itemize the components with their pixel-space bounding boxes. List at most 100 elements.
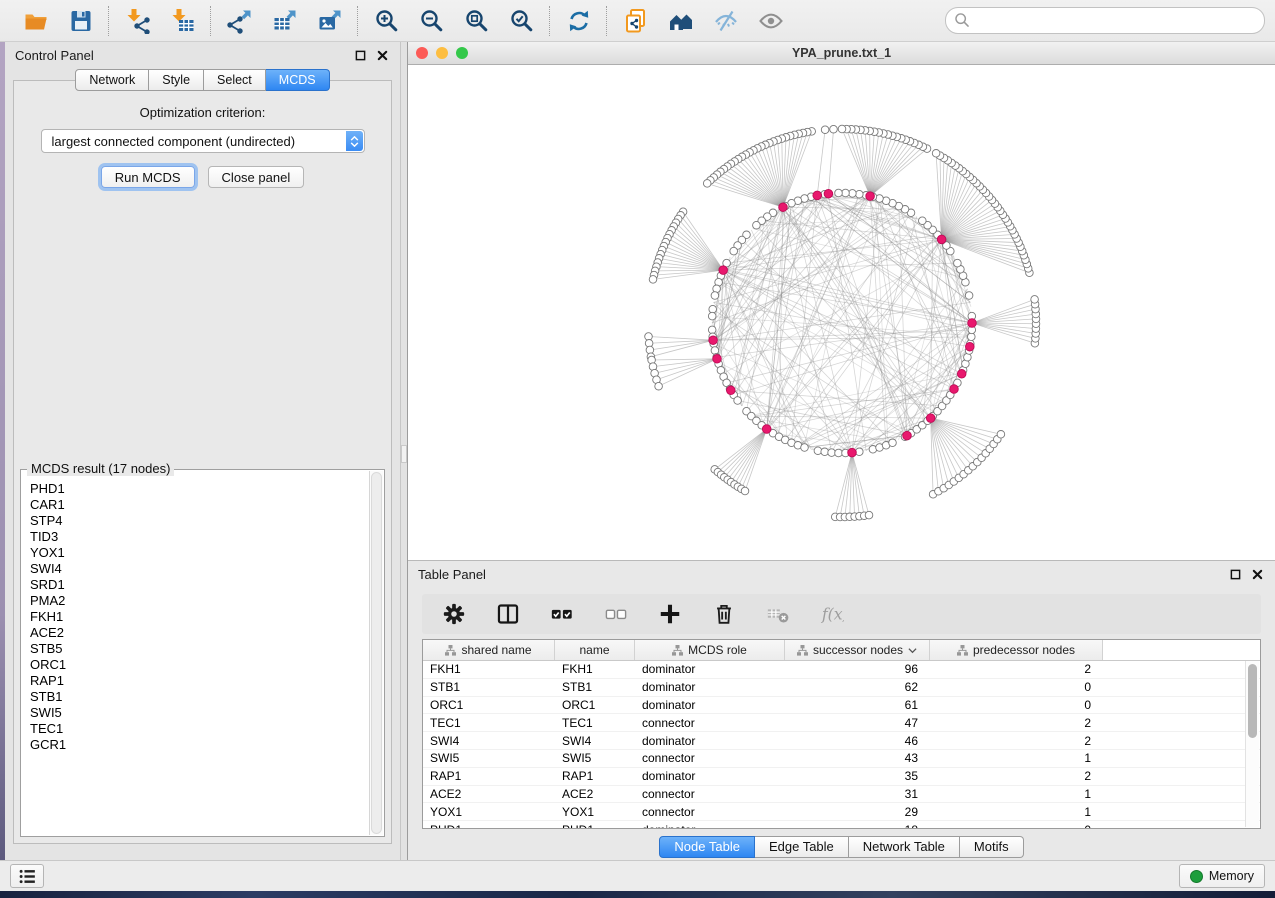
hide-selected-icon[interactable] — [712, 7, 739, 34]
tab-style[interactable]: Style — [149, 69, 204, 91]
tab-network-table[interactable]: Network Table — [849, 836, 960, 858]
export-image-icon[interactable] — [316, 7, 343, 34]
mcds-result-item[interactable]: ACE2 — [30, 625, 370, 641]
column-header-predecessor-nodes[interactable]: predecessor nodes — [930, 640, 1103, 660]
table-row[interactable]: YOX1YOX1connector291 — [423, 803, 1260, 821]
mcds-result-item[interactable]: STB5 — [30, 641, 370, 657]
cell-successor-nodes: 47 — [785, 716, 930, 730]
cell-successor-nodes: 46 — [785, 734, 930, 748]
mcds-result-item[interactable]: PMA2 — [30, 593, 370, 609]
cell-predecessor-nodes: 2 — [930, 662, 1103, 676]
mcds-result-item[interactable]: PHD1 — [30, 481, 370, 497]
splitter-grip[interactable] — [401, 445, 407, 463]
cell-successor-nodes: 29 — [785, 805, 930, 819]
table-scrollbar[interactable] — [1245, 661, 1259, 827]
mcds-list-scrollbar[interactable] — [369, 471, 383, 835]
task-history-button[interactable] — [10, 864, 44, 888]
mcds-result-item[interactable]: STP4 — [30, 513, 370, 529]
close-panel-button[interactable]: Close panel — [208, 166, 305, 188]
tab-motifs[interactable]: Motifs — [960, 836, 1024, 858]
table-row[interactable]: ORC1ORC1dominator610 — [423, 697, 1260, 715]
tab-network[interactable]: Network — [75, 69, 149, 91]
open-file-icon[interactable] — [22, 7, 49, 34]
table-settings-gear-icon[interactable] — [440, 601, 467, 628]
cell-shared-name: FKH1 — [423, 662, 555, 676]
panel-splitter[interactable] — [400, 42, 408, 860]
column-header-name[interactable]: name — [555, 640, 635, 660]
cell-MCDS-role: dominator — [635, 662, 785, 676]
table-row[interactable]: PHD1PHD1dominator180 — [423, 821, 1260, 829]
mcds-result-item[interactable]: CAR1 — [30, 497, 370, 513]
mcds-result-item[interactable]: TID3 — [30, 529, 370, 545]
show-all-icon[interactable] — [757, 7, 784, 34]
table-row[interactable]: STB1STB1dominator620 — [423, 679, 1260, 697]
table-row[interactable]: FKH1FKH1dominator962 — [423, 661, 1260, 679]
mcds-result-item[interactable]: SRD1 — [30, 577, 370, 593]
export-network-icon[interactable] — [226, 7, 253, 34]
run-mcds-button[interactable]: Run MCDS — [101, 166, 195, 188]
node-table-body: FKH1FKH1dominator962STB1STB1dominator620… — [423, 661, 1260, 829]
search-box — [945, 7, 1265, 34]
mcds-result-item[interactable]: SWI5 — [30, 705, 370, 721]
table-row[interactable]: ACE2ACE2connector311 — [423, 786, 1260, 804]
column-header-successor-nodes[interactable]: successor nodes — [785, 640, 930, 660]
cell-shared-name: TEC1 — [423, 716, 555, 730]
zoom-out-icon[interactable] — [418, 7, 445, 34]
refresh-view-icon[interactable] — [565, 7, 592, 34]
mcds-result-item[interactable]: FKH1 — [30, 609, 370, 625]
mcds-result-item[interactable]: TEC1 — [30, 721, 370, 737]
float-panel-icon[interactable] — [352, 48, 368, 64]
export-table-icon[interactable] — [271, 7, 298, 34]
mcds-result-item[interactable]: STB1 — [30, 689, 370, 705]
cell-MCDS-role: dominator — [635, 769, 785, 783]
cell-predecessor-nodes: 2 — [930, 716, 1103, 730]
memory-button[interactable]: Memory — [1179, 864, 1265, 888]
delete-column-trash-icon[interactable] — [710, 601, 737, 628]
cell-name: YOX1 — [555, 805, 635, 819]
zoom-fit-icon[interactable] — [463, 7, 490, 34]
network-window-titlebar: YPA_prune.txt_1 — [408, 42, 1275, 65]
mcds-result-list[interactable]: PHD1CAR1STP4TID3YOX1SWI4SRD1PMA2FKH1ACE2… — [22, 473, 370, 835]
mcds-result-item[interactable]: YOX1 — [30, 545, 370, 561]
deselect-all-checkboxes-icon[interactable] — [602, 601, 629, 628]
split-panel-icon[interactable] — [494, 601, 521, 628]
zoom-selected-icon[interactable] — [508, 7, 535, 34]
zoom-in-icon[interactable] — [373, 7, 400, 34]
float-table-panel-icon[interactable] — [1227, 567, 1243, 583]
close-panel-icon[interactable] — [374, 48, 390, 64]
network-window-title: YPA_prune.txt_1 — [408, 46, 1275, 60]
table-row[interactable]: TEC1TEC1connector472 — [423, 714, 1260, 732]
criterion-dropdown[interactable]: largest connected component (undirected) — [41, 129, 365, 153]
network-canvas[interactable] — [408, 65, 1275, 560]
save-session-icon[interactable] — [67, 7, 94, 34]
list-icon — [18, 867, 37, 886]
select-all-checkboxes-icon[interactable] — [548, 601, 575, 628]
dropdown-stepper-icon — [346, 131, 363, 151]
table-row[interactable]: SWI5SWI5connector431 — [423, 750, 1260, 768]
import-table-icon[interactable] — [169, 7, 196, 34]
duplicate-network-icon[interactable] — [622, 7, 649, 34]
add-column-icon[interactable] — [656, 601, 683, 628]
cell-predecessor-nodes: 0 — [930, 823, 1103, 829]
table-row[interactable]: RAP1RAP1dominator352 — [423, 768, 1260, 786]
column-header-MCDS-role[interactable]: MCDS role — [635, 640, 785, 660]
tab-edge-table[interactable]: Edge Table — [755, 836, 849, 858]
cell-shared-name: ORC1 — [423, 698, 555, 712]
tab-mcds[interactable]: MCDS — [266, 69, 330, 91]
network-view-window: YPA_prune.txt_1 — [408, 42, 1275, 561]
mcds-result-item[interactable]: RAP1 — [30, 673, 370, 689]
tab-node-table[interactable]: Node Table — [659, 836, 755, 858]
tab-select[interactable]: Select — [204, 69, 266, 91]
cell-successor-nodes: 31 — [785, 787, 930, 801]
mcds-result-item[interactable]: ORC1 — [30, 657, 370, 673]
toolbar-groups — [10, 6, 796, 36]
search-input[interactable] — [945, 7, 1265, 34]
import-network-icon[interactable] — [124, 7, 151, 34]
close-table-panel-icon[interactable] — [1249, 567, 1265, 583]
mcds-result-item[interactable]: GCR1 — [30, 737, 370, 753]
node-table-header: shared namenameMCDS rolesuccessor nodesp… — [423, 640, 1260, 661]
column-header-shared-name[interactable]: shared name — [423, 640, 555, 660]
first-neighbors-icon[interactable] — [667, 7, 694, 34]
table-row[interactable]: SWI4SWI4dominator462 — [423, 732, 1260, 750]
mcds-result-item[interactable]: SWI4 — [30, 561, 370, 577]
